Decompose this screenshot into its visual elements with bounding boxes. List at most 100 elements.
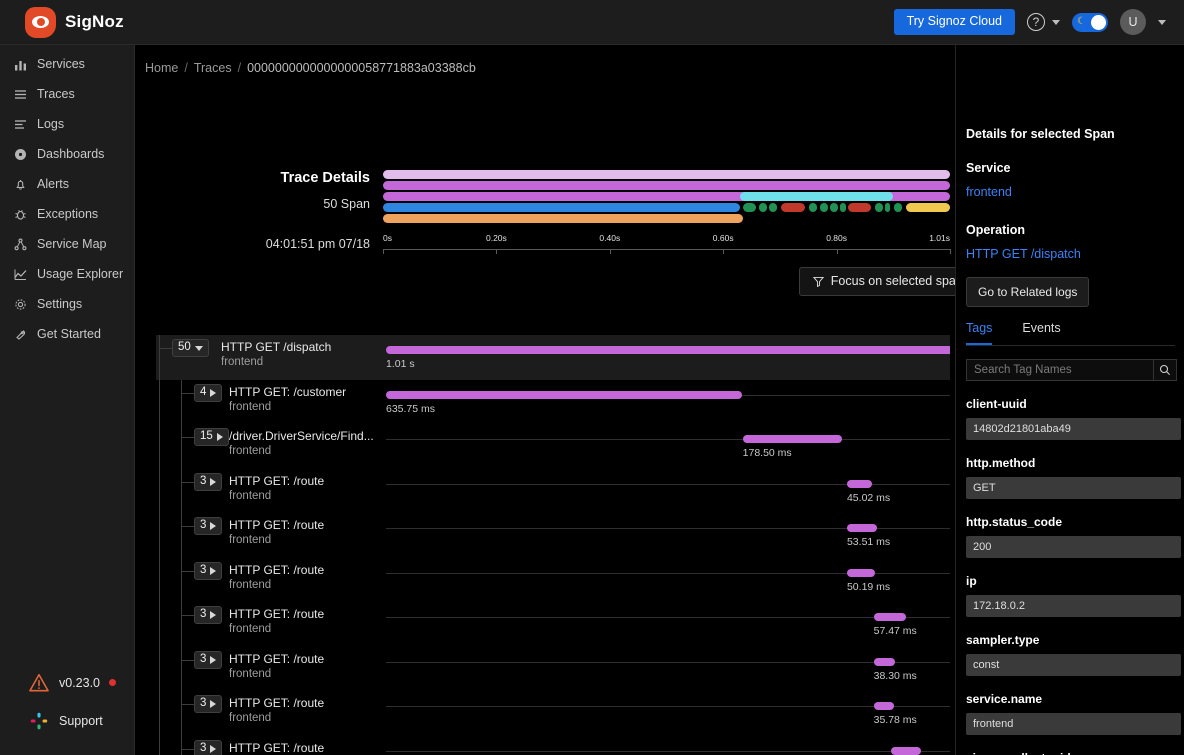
span-name[interactable]: HTTP GET: /route xyxy=(229,607,324,621)
trace-minimap[interactable] xyxy=(383,170,950,225)
help-menu[interactable]: ? xyxy=(1027,13,1060,31)
span-row[interactable]: 4HTTP GET: /customerfrontend635.75 ms xyxy=(156,380,950,425)
span-bar[interactable] xyxy=(847,524,877,532)
axis-tick-label: 0.60s xyxy=(713,233,734,243)
help-icon[interactable]: ? xyxy=(1027,13,1045,31)
span-bar[interactable] xyxy=(847,569,875,577)
minimap-segment xyxy=(759,203,767,212)
span-row[interactable]: 3HTTP GET: /routefrontend50.19 ms xyxy=(156,558,950,603)
span-bar[interactable] xyxy=(874,658,896,666)
sidebar-item-traces[interactable]: Traces xyxy=(0,79,134,109)
tree-guide-line-2 xyxy=(181,424,182,469)
span-name[interactable]: HTTP GET: /route xyxy=(229,518,324,532)
search-button[interactable] xyxy=(1153,359,1177,381)
span-row[interactable]: 15/driver.DriverService/Find...frontend1… xyxy=(156,424,950,469)
brand-name: SigNoz xyxy=(65,12,124,32)
span-name[interactable]: HTTP GET: /route xyxy=(229,563,324,577)
filter-funnel-icon xyxy=(813,276,824,287)
span-count-badge[interactable]: 15 xyxy=(194,428,229,446)
span-count-badge[interactable]: 3 xyxy=(194,562,222,580)
span-row[interactable]: 3HTTP GET: /routefrontend38.30 ms xyxy=(156,647,950,692)
span-name[interactable]: HTTP GET: /customer xyxy=(229,385,346,399)
span-service: frontend xyxy=(229,534,271,546)
span-bar[interactable] xyxy=(874,702,894,710)
chevron-right-icon[interactable] xyxy=(210,745,216,753)
span-count-badge[interactable]: 3 xyxy=(194,651,222,669)
chevron-right-icon[interactable] xyxy=(210,656,216,664)
breadcrumb-traces[interactable]: Traces xyxy=(194,61,232,75)
span-name[interactable]: HTTP GET /dispatch xyxy=(221,340,331,354)
span-row[interactable]: 3HTTP GET: /routefrontend53.51 ms xyxy=(156,513,950,558)
span-name[interactable]: HTTP GET: /route xyxy=(229,652,324,666)
span-bar[interactable] xyxy=(386,346,950,354)
sidebar-item-services[interactable]: Services xyxy=(0,49,134,79)
support-row[interactable]: Support xyxy=(0,701,135,741)
tree-elbow xyxy=(181,615,195,616)
user-chevron-down-icon[interactable] xyxy=(1158,20,1166,25)
try-signoz-cloud-button[interactable]: Try Signoz Cloud xyxy=(894,9,1015,35)
span-name[interactable]: HTTP GET: /route xyxy=(229,696,324,710)
tab-events[interactable]: Events xyxy=(1022,321,1060,345)
version-row[interactable]: v0.23.0 xyxy=(0,664,135,701)
service-value-link[interactable]: frontend xyxy=(966,185,1184,199)
operation-value-link[interactable]: HTTP GET /dispatch xyxy=(966,247,1184,261)
sidebar-item-logs[interactable]: Logs xyxy=(0,109,134,139)
span-details-panel: Details for selected Span Service fronte… xyxy=(955,45,1184,755)
bell-icon xyxy=(14,178,27,191)
span-name[interactable]: HTTP GET: /route xyxy=(229,741,324,755)
span-count-badge[interactable]: 3 xyxy=(194,740,222,755)
sidebar-item-dashboards[interactable]: Dashboards xyxy=(0,139,134,169)
sidebar-item-exceptions[interactable]: Exceptions xyxy=(0,199,134,229)
span-row[interactable]: 3HTTP GET: /routefrontend45.02 ms xyxy=(156,469,950,514)
brand-logo[interactable]: SigNoz xyxy=(0,7,135,38)
span-bar[interactable] xyxy=(386,391,742,399)
span-bar[interactable] xyxy=(891,747,921,755)
tag-search[interactable] xyxy=(966,359,1177,381)
span-count-badge[interactable]: 3 xyxy=(194,473,222,491)
chevron-down-icon[interactable] xyxy=(1052,20,1060,25)
sidebar-item-get-started[interactable]: Get Started xyxy=(0,319,134,349)
span-label-cell: 4HTTP GET: /customerfrontend xyxy=(156,380,386,425)
search-tag-input[interactable] xyxy=(966,359,1153,381)
sidebar-item-alerts[interactable]: Alerts xyxy=(0,169,134,199)
chevron-right-icon[interactable] xyxy=(210,522,216,530)
line-chart-icon xyxy=(14,268,27,281)
theme-toggle[interactable]: ☾ xyxy=(1072,13,1108,32)
span-bar[interactable] xyxy=(874,613,906,621)
tab-tags[interactable]: Tags xyxy=(966,321,992,345)
span-row[interactable]: 50HTTP GET /dispatchfrontend1.01 s xyxy=(156,335,950,380)
avatar[interactable]: U xyxy=(1120,9,1146,35)
sidebar-item-service-map[interactable]: Service Map xyxy=(0,229,134,259)
span-name[interactable]: /driver.DriverService/Find... xyxy=(229,429,374,443)
chevron-right-icon[interactable] xyxy=(210,389,216,397)
minimap-segment xyxy=(875,203,883,212)
span-name[interactable]: HTTP GET: /route xyxy=(229,474,324,488)
sidebar-item-settings[interactable]: Settings xyxy=(0,289,134,319)
span-list[interactable]: 50HTTP GET /dispatchfrontend1.01 s4HTTP … xyxy=(156,335,950,755)
breadcrumb-home[interactable]: Home xyxy=(145,61,178,75)
chevron-right-icon[interactable] xyxy=(210,611,216,619)
span-count-badge[interactable]: 3 xyxy=(194,606,222,624)
span-count-badge[interactable]: 3 xyxy=(194,695,222,713)
chevron-right-icon[interactable] xyxy=(210,478,216,486)
go-to-related-logs-button[interactable]: Go to Related logs xyxy=(966,277,1089,307)
chevron-right-icon[interactable] xyxy=(217,433,223,441)
timeline-axis: 0s0.20s0.40s0.60s0.80s1.01s xyxy=(383,233,950,255)
span-count-badge[interactable]: 4 xyxy=(194,384,222,402)
span-bar[interactable] xyxy=(743,435,843,443)
minimap-segment xyxy=(740,192,893,201)
tag-value: 14802d21801aba49 xyxy=(966,418,1181,440)
focus-on-selected-span-button[interactable]: Focus on selected span xyxy=(799,267,977,296)
breadcrumb-separator-1: / xyxy=(184,61,187,75)
span-bar[interactable] xyxy=(847,480,873,488)
span-row[interactable]: 3HTTP GET: /routefrontend53.10 ms xyxy=(156,736,950,755)
chevron-right-icon[interactable] xyxy=(210,700,216,708)
chevron-down-icon[interactable] xyxy=(195,346,203,351)
span-count-badge[interactable]: 3 xyxy=(194,517,222,535)
sidebar-item-usage-explorer[interactable]: Usage Explorer xyxy=(0,259,134,289)
span-row[interactable]: 3HTTP GET: /routefrontend57.47 ms xyxy=(156,602,950,647)
span-count-badge[interactable]: 50 xyxy=(172,339,209,357)
trace-header-labels: Trace Details 50 Span 04:01:51 pm 07/18 xyxy=(145,125,370,251)
chevron-right-icon[interactable] xyxy=(210,567,216,575)
span-row[interactable]: 3HTTP GET: /routefrontend35.78 ms xyxy=(156,691,950,736)
